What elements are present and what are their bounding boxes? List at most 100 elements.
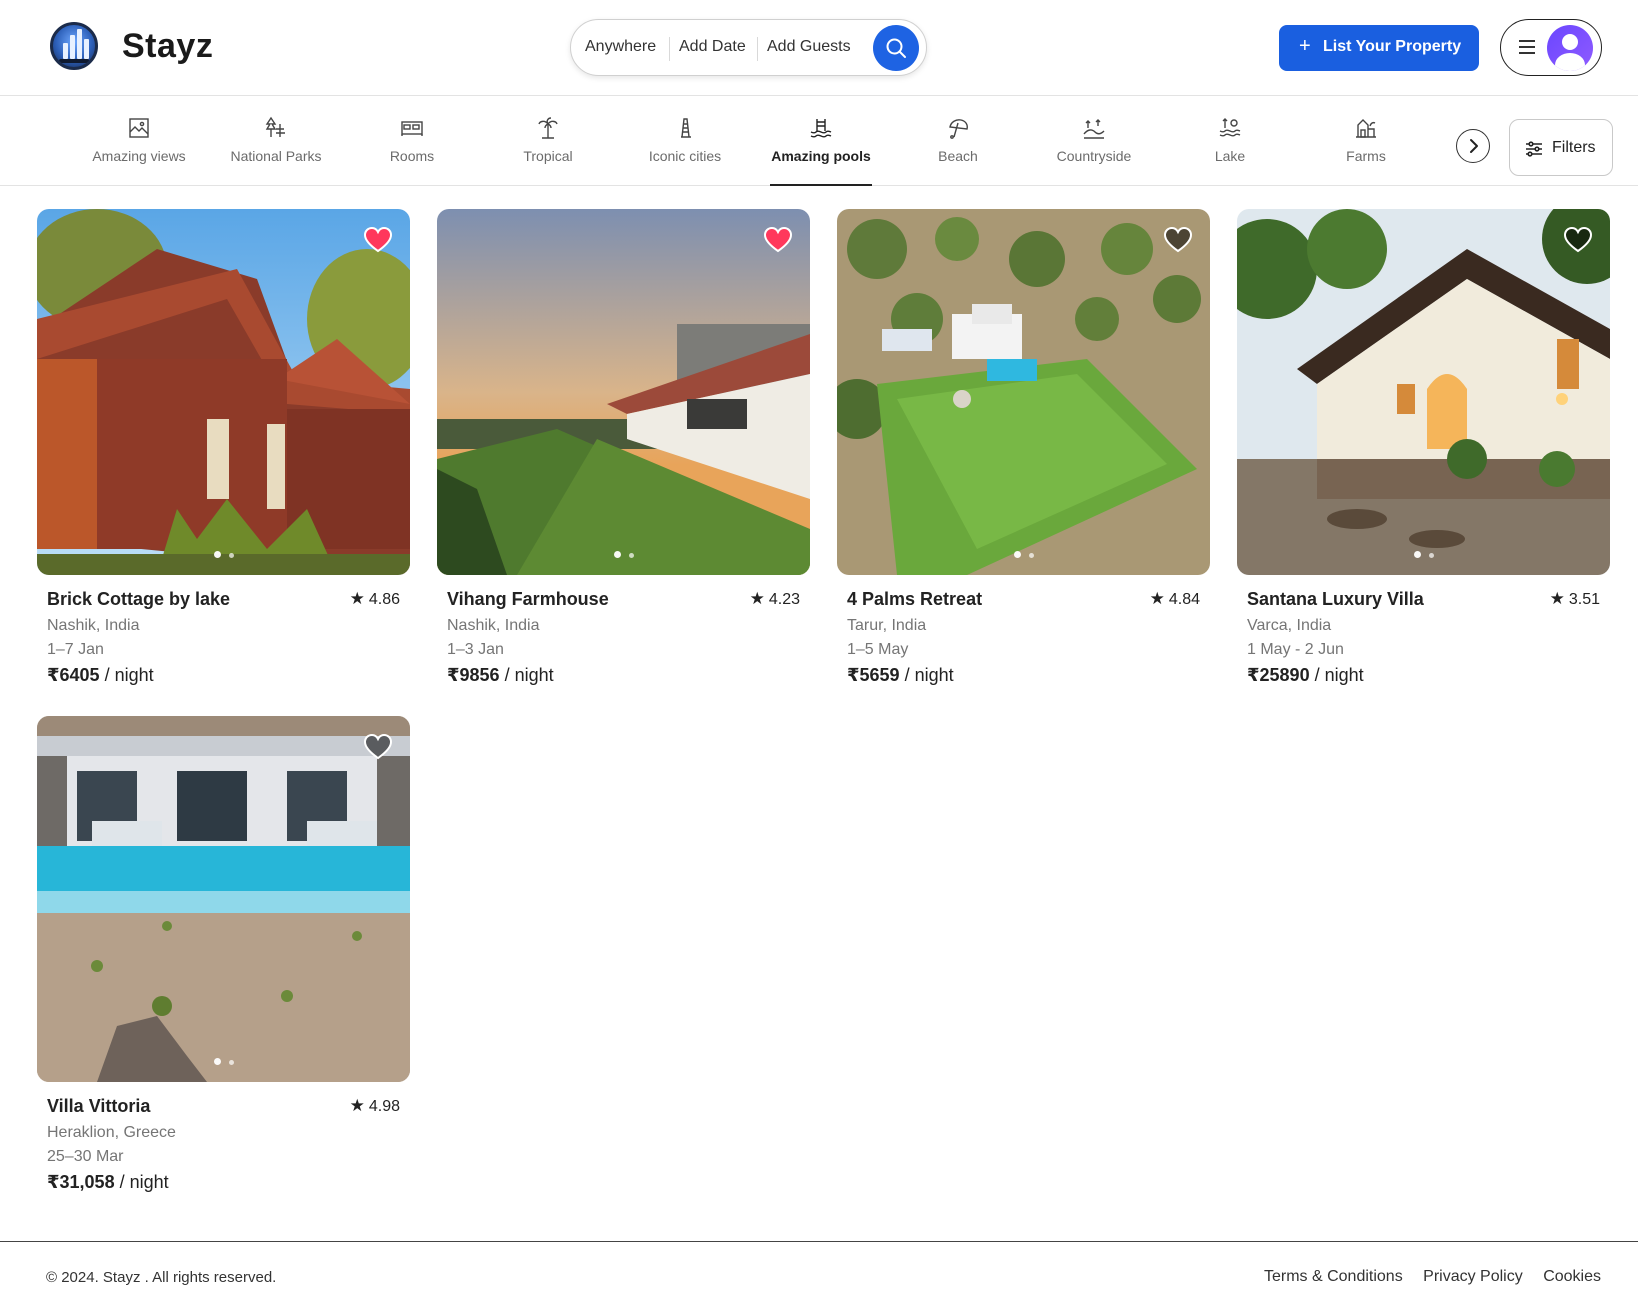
favorite-heart-icon[interactable] (364, 227, 392, 253)
listing-dates: 1 May - 2 Jun (1247, 641, 1344, 658)
listing-title[interactable]: Santana Luxury Villa (1247, 589, 1424, 610)
farm-icon (1356, 119, 1376, 138)
lake-icon (1219, 118, 1241, 137)
listing-title[interactable]: Vihang Farmhouse (447, 589, 609, 610)
listing-card[interactable]: Villa Vittoria ★ 4.98 Heraklion, Greece 2… (37, 716, 410, 1192)
category-beach[interactable]: Beach (918, 96, 998, 186)
list-property-label: List Your Property (1323, 38, 1462, 55)
favorite-heart-icon[interactable] (764, 227, 792, 253)
umbrella-icon (949, 119, 968, 139)
listing-dates: 1–3 Jan (447, 641, 504, 658)
listing-image (437, 209, 810, 575)
listing-dates: 25–30 Mar (47, 1148, 124, 1165)
brand-name[interactable]: Stayz (122, 27, 213, 66)
listing-title[interactable]: Villa Vittoria (47, 1096, 150, 1117)
footer-links: Terms & Conditions Privacy Policy Cookie… (1248, 1268, 1601, 1286)
category-countryside[interactable]: Countryside (1050, 96, 1138, 186)
listing-dates: 1–7 Jan (47, 641, 104, 658)
listing-title[interactable]: 4 Palms Retreat (847, 589, 982, 610)
cookies-link[interactable]: Cookies (1543, 1268, 1601, 1285)
category-national-parks[interactable]: National Parks (220, 96, 332, 186)
listing-location: Heraklion, Greece (47, 1124, 176, 1141)
listing-photo[interactable] (437, 209, 810, 575)
search-button[interactable] (873, 25, 919, 71)
stayz-logo-icon[interactable] (50, 22, 98, 70)
favorite-heart-icon[interactable] (1564, 227, 1592, 253)
listing-rating: ★ 4.86 (349, 589, 400, 608)
categories-next-button[interactable] (1456, 129, 1490, 163)
category-amazing-pools[interactable]: Amazing pools (770, 96, 872, 186)
picture-icon (129, 118, 149, 138)
palm-icon (538, 117, 558, 139)
search-where[interactable]: Anywhere (585, 38, 656, 56)
listing-card[interactable]: 4 Palms Retreat ★ 4.84 Tarur, India 1–5 M… (837, 209, 1210, 685)
listing-price: ₹5659 / night (847, 665, 954, 685)
listing-rating: ★ 4.84 (1149, 589, 1200, 608)
bed-icon (401, 121, 423, 136)
search-bar[interactable]: Anywhere Add Date Add Guests (570, 19, 927, 76)
list-property-button[interactable]: + List Your Property (1279, 25, 1479, 71)
search-guests[interactable]: Add Guests (767, 38, 851, 56)
category-label: Countryside (1056, 148, 1132, 164)
filters-button[interactable]: Filters (1509, 119, 1613, 176)
category-iconic-cities[interactable]: Iconic cities (642, 96, 728, 186)
filters-label: Filters (1552, 139, 1596, 156)
star-icon: ★ (749, 589, 765, 608)
carousel-dots[interactable] (37, 545, 410, 563)
listing-price: ₹9856 / night (447, 665, 554, 685)
listing-price: ₹25890 / night (1247, 665, 1364, 685)
category-amazing-views[interactable]: Amazing views (84, 96, 194, 186)
listing-photo[interactable] (1237, 209, 1610, 575)
carousel-dots[interactable] (437, 545, 810, 563)
listing-rating: ★ 4.23 (749, 589, 800, 608)
listing-location: Varca, India (1247, 617, 1332, 634)
category-label: Rooms (389, 148, 435, 164)
category-label: Amazing pools (771, 148, 871, 164)
listing-card[interactable]: Vihang Farmhouse ★ 4.23 Nashik, India 1–3… (437, 209, 810, 685)
carousel-dots[interactable] (37, 1052, 410, 1070)
listing-image (837, 209, 1210, 575)
star-icon: ★ (349, 1096, 365, 1115)
favorite-heart-icon[interactable] (1164, 227, 1192, 253)
search-icon (886, 38, 906, 58)
category-label: National Parks (230, 148, 322, 164)
listing-title[interactable]: Brick Cottage by lake (47, 589, 230, 610)
hamburger-menu-icon (1519, 40, 1535, 54)
listing-image (37, 716, 410, 1082)
user-menu-button[interactable] (1500, 19, 1602, 76)
category-tropical[interactable]: Tropical (508, 96, 588, 186)
category-rooms[interactable]: Rooms (372, 96, 452, 186)
listing-location: Nashik, India (47, 617, 140, 634)
carousel-dots[interactable] (1237, 545, 1610, 563)
listing-card[interactable]: Brick Cottage by lake ★ 4.86 Nashik, Indi… (37, 209, 410, 685)
listing-photo[interactable] (37, 716, 410, 1082)
avatar (1547, 25, 1593, 71)
carousel-dots[interactable] (837, 545, 1210, 563)
sliders-icon (1526, 141, 1542, 157)
search-date[interactable]: Add Date (679, 38, 746, 56)
favorite-heart-icon[interactable] (364, 734, 392, 760)
listing-price: ₹31,058 / night (47, 1172, 169, 1192)
page-footer: © 2024. Stayz . All rights reserved. Ter… (0, 1241, 1638, 1310)
terms-link[interactable]: Terms & Conditions (1264, 1268, 1403, 1285)
category-label: Lake (1214, 148, 1246, 164)
listing-photo[interactable] (837, 209, 1210, 575)
listing-location: Tarur, India (847, 617, 927, 634)
chevron-right-icon (1470, 139, 1478, 153)
plus-icon: + (1299, 35, 1311, 57)
category-bar: Amazing views National Parks Rooms Tropi… (0, 96, 1638, 186)
listing-dates: 1–5 May (847, 641, 909, 658)
privacy-link[interactable]: Privacy Policy (1423, 1268, 1523, 1285)
category-farms[interactable]: Farms (1336, 96, 1396, 186)
star-icon: ★ (349, 589, 365, 608)
listing-card[interactable]: Santana Luxury Villa ★ 3.51 Varca, India … (1237, 209, 1610, 685)
category-label: Iconic cities (648, 148, 722, 164)
star-icon: ★ (1549, 589, 1565, 608)
listing-rating: ★ 3.51 (1549, 589, 1600, 608)
listing-rating: ★ 4.98 (349, 1096, 400, 1115)
listing-photo[interactable] (37, 209, 410, 575)
category-label: Beach (938, 148, 978, 164)
category-label: Farms (1346, 148, 1386, 164)
category-lake[interactable]: Lake (1200, 96, 1260, 186)
category-label: Amazing views (92, 148, 186, 164)
